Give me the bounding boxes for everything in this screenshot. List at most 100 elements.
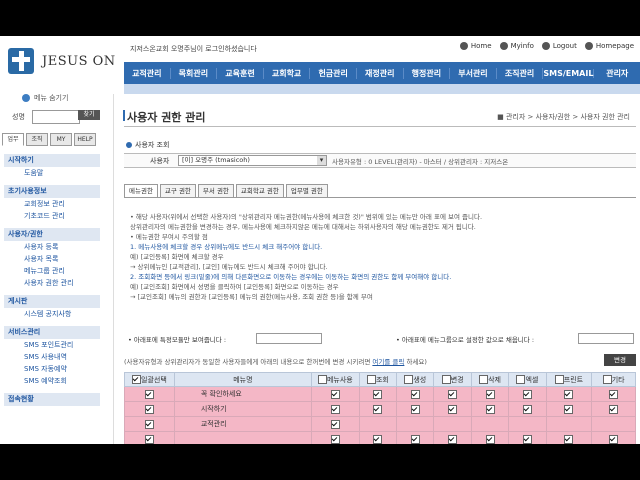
sidebar-item[interactable]: 사용자 권한 관리 [0,277,104,289]
col-checkbox[interactable] [602,375,612,384]
col-checkbox[interactable] [554,375,564,384]
perm-checkbox[interactable] [373,434,383,444]
sidebar-item[interactable]: SMS 자동예약 [0,363,104,375]
perm-checkbox[interactable] [330,389,340,399]
col-checkbox[interactable] [516,375,526,384]
perm-checkbox[interactable] [410,404,420,414]
module-filter-select[interactable] [256,333,322,344]
nav-item[interactable]: 행정관리 [404,67,451,79]
sidebar-item[interactable]: 기초코드 관리 [0,210,104,222]
sidebar-section[interactable]: 사용자/권한 [4,228,100,241]
nav-item[interactable]: 교육훈련 [217,67,264,79]
tab-work[interactable]: 업무 [2,133,24,146]
sidebar-item[interactable]: 교회정보 관리 [0,198,104,210]
sidebar-section[interactable]: 시작하기 [4,154,100,167]
sidebar-item[interactable]: 도움말 [0,167,104,179]
sidebar-item[interactable]: 시스템 공지사항 [0,308,104,320]
perm-checkbox[interactable] [373,389,383,399]
perm-checkbox[interactable] [485,389,495,399]
change-button[interactable]: 변경 [604,354,636,366]
nav-item[interactable]: SMS/EMAIL [543,68,595,78]
perm-checkbox[interactable] [522,434,532,444]
perm-checkbox[interactable] [609,434,619,444]
nav-item[interactable]: 재정관리 [357,67,404,79]
home-link[interactable]: Home [459,42,492,50]
perm-checkbox[interactable] [448,434,458,444]
page-title: 사용자 권한 관리 [123,110,206,124]
bulk-change-row: (사용자유형과 상위관리자가 동일한 사용자들에게 아래의 내용으로 한꺼번에 … [124,354,636,367]
tab-parish-permission[interactable]: 교구 권한 [159,184,196,198]
perm-checkbox[interactable] [330,434,340,444]
sidebar-item[interactable]: SMS 사용내역 [0,351,104,363]
name-search-input[interactable] [32,110,80,124]
perm-checkbox[interactable] [564,404,574,414]
row-checkbox[interactable] [144,419,154,429]
row-checkbox[interactable] [144,389,154,399]
sidebar-section[interactable]: 게시판 [4,295,100,308]
perm-checkbox[interactable] [564,434,574,444]
perm-checkbox[interactable] [485,434,495,444]
logout-link[interactable]: Logout [541,42,577,50]
sidebar-section[interactable]: 초기사용정보 [4,185,100,198]
select-all-checkbox[interactable] [132,375,142,384]
sidebar-item[interactable]: SMS 포인트관리 [0,339,104,351]
user-select[interactable]: [이] 오명주 (tmasicoh) [178,155,327,166]
menu-hide-toggle[interactable]: 메뉴 숨기기 [22,93,68,103]
col-checkbox[interactable] [479,375,489,384]
sidebar-item[interactable]: 메뉴그룹 관리 [0,265,104,277]
perm-checkbox[interactable] [410,434,420,444]
tab-dept-permission[interactable]: 부서 권한 [197,184,234,198]
logo-text: JESUS ON [42,54,116,69]
perm-checkbox[interactable] [522,389,532,399]
row-checkbox[interactable] [144,404,154,414]
myinfo-link[interactable]: Myinfo [499,42,534,50]
col-checkbox[interactable] [366,375,376,384]
nav-item[interactable]: 목회관리 [171,67,218,79]
bulk-click-link[interactable]: 여기를 클릭 [372,358,404,366]
home-icon [459,42,468,50]
perm-checkbox[interactable] [410,389,420,399]
search-button[interactable]: 찾기 [78,110,100,120]
tab-task-permission[interactable]: 업무별 권한 [285,184,328,198]
tab-org[interactable]: 조직 [26,133,48,146]
nav-item[interactable]: 조직관리 [497,67,544,79]
perm-checkbox[interactable] [485,404,495,414]
col-header: 프린트 [563,375,584,384]
nav-item[interactable]: 관리자 [594,68,640,79]
perm-checkbox[interactable] [448,389,458,399]
perm-checkbox[interactable] [609,404,619,414]
nav-item[interactable]: 헌금관리 [310,67,357,79]
tab-menu-permission[interactable]: 메뉴권한 [124,184,158,198]
perm-checkbox[interactable] [448,404,458,414]
tab-my[interactable]: MY [50,133,72,146]
sidebar-item[interactable]: SMS 예약조회 [0,375,104,387]
perm-checkbox[interactable] [564,389,574,399]
sidebar-section[interactable]: 접속현황 [4,393,100,406]
col-checkbox[interactable] [317,375,327,384]
sidebar-section[interactable]: 서비스관리 [4,326,100,339]
perm-checkbox[interactable] [373,404,383,414]
row-checkbox[interactable] [144,434,154,444]
note-line: 2. 조회화면 등에서 링크(밑줄)에 의해 다른화면으로 이동하는 경우에는 … [130,273,452,281]
tab-school-permission[interactable]: 교회학교 권한 [235,184,284,198]
menu-group-select[interactable] [578,333,634,344]
logo[interactable]: JESUS ON [8,44,118,76]
table-row: 교적관리 [124,416,636,432]
perm-checkbox[interactable] [330,404,340,414]
perm-checkbox[interactable] [609,389,619,399]
col-checkbox[interactable] [404,375,414,384]
tab-help[interactable]: HELP [74,133,96,146]
nav-item[interactable]: 교회학교 [264,67,311,79]
homepage-link[interactable]: Homepage [584,42,634,50]
nav-item[interactable]: 부서관리 [450,67,497,79]
sidebar-item[interactable]: 사용자 등록 [0,241,104,253]
user-select-row: 사용자 [이] 오명주 (tmasicoh) 사용자유형 : 0 LEVEL(관… [124,153,636,168]
col-checkbox[interactable] [441,375,451,384]
sidebar: 메뉴 숨기기 성명 찾기 업무 조직 MY HELP 시작하기 도움말 초기사용… [0,90,110,444]
perm-checkbox[interactable] [330,419,340,429]
sidebar-item[interactable]: 사용자 목록 [0,253,104,265]
sidebar-menu: 시작하기 도움말 초기사용정보 교회정보 관리 기초코드 관리 사용자/권한 사… [0,148,104,406]
nav-item[interactable]: 교적관리 [124,67,171,79]
note-line: → 상위메뉴인 [교적관리], [교인] 메뉴에도 반드시 체크해 주어야 합니… [130,263,328,271]
perm-checkbox[interactable] [522,404,532,414]
